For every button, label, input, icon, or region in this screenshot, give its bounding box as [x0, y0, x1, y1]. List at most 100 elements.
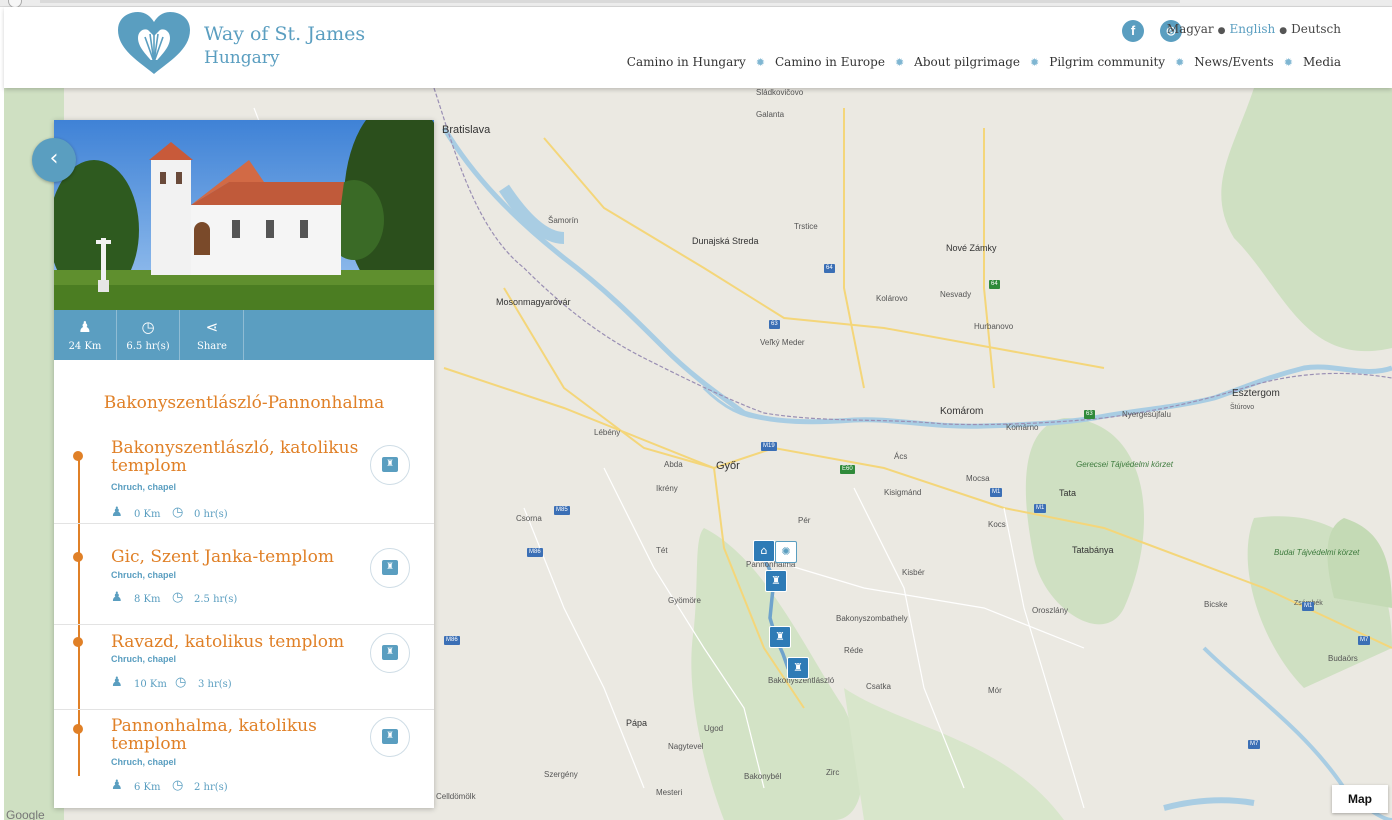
nav-media[interactable]: Media: [1303, 55, 1341, 69]
map-label-velky-meder: Veľký Meder: [760, 338, 805, 347]
map-label-bakonybel: Bakonybél: [744, 772, 782, 781]
google-logo: Google: [6, 808, 45, 820]
stop-time: 2.5 hr(s): [194, 594, 238, 605]
map-label-galanta: Galanta: [756, 110, 785, 119]
map-label-mesteri: Celldömölk: [436, 792, 476, 801]
distance-stat: ♟ 24 Km: [54, 310, 117, 360]
map-label-gerecse: Gerecsei Tájvédelmi körzet: [1076, 460, 1173, 469]
church-icon: ♜: [382, 560, 398, 575]
map-type-button[interactable]: Map: [1332, 785, 1388, 813]
clock-icon: ◷: [172, 778, 184, 793]
map-label-ikreny: Ikrény: [656, 484, 678, 493]
map-label-tatabanya: Tatabánya: [1072, 545, 1114, 555]
map-label-oroszlany: Oroszlány: [1032, 606, 1069, 615]
map-label-kocs: Kocs: [988, 520, 1006, 529]
map-label-zirc: Zirc: [826, 768, 840, 777]
list-item[interactable]: Pannonhalma, katolikus templom Chruch, c…: [54, 710, 434, 808]
list-item[interactable]: Bakonyszentlászló, katolikus templom Chr…: [54, 439, 434, 524]
church-icon: ♜: [382, 457, 398, 472]
timeline-dot: [73, 637, 83, 647]
map-label-celldomolk: Szergény: [544, 770, 578, 779]
language-switcher: Magyar ● English ● Deutsch: [1166, 22, 1341, 36]
stop-type: Chruch, chapel: [111, 570, 177, 580]
route-stats: ♟ 24 Km ◷ 6.5 hr(s) ⋖ Share: [54, 310, 434, 360]
share-icon: ⋖: [205, 318, 219, 336]
lang-english[interactable]: English: [1230, 22, 1276, 36]
map-label-komarno: Komárno: [1006, 423, 1039, 432]
timeline-dot: [73, 552, 83, 562]
map-label-mor: Mór: [988, 686, 1002, 695]
map-label-hurbanovo: Hurbanovo: [974, 322, 1014, 331]
stop-time: 3 hr(s): [198, 679, 232, 690]
lang-magyar[interactable]: Magyar: [1167, 22, 1214, 36]
map-label-ganna: Mesteri: [656, 788, 683, 797]
walker-icon: ♟: [111, 675, 123, 690]
gear-icon: ✹: [1175, 55, 1185, 69]
timeline-dot: [73, 724, 83, 734]
church-icon[interactable]: ♜: [769, 626, 791, 648]
brand-subtitle[interactable]: Hungary: [204, 48, 279, 68]
nav-camino-in-hungary[interactable]: Camino in Hungary: [627, 55, 746, 69]
stop-distance: 8 Km: [134, 594, 161, 605]
stop-details-button[interactable]: ♜: [370, 717, 410, 757]
share-button[interactable]: ⋖ Share: [181, 310, 244, 360]
scallop-heart-logo[interactable]: [114, 12, 194, 76]
time-stat: ◷ 6.5 hr(s): [117, 310, 180, 360]
map-label-dunajska-streda: Dunajská Streda: [692, 236, 759, 246]
stop-name[interactable]: Pannonhalma, katolikus templom: [111, 717, 361, 753]
stop-name[interactable]: Ravazd, katolikus templom: [111, 633, 361, 651]
church-icon: ♜: [382, 729, 398, 744]
walker-icon: ♟: [111, 590, 123, 605]
brand-title[interactable]: Way of St. James: [204, 23, 365, 45]
map-label-tata: Tata: [1059, 488, 1077, 498]
map-label-per: Pér: [798, 516, 811, 525]
map-label-abda: Abda: [664, 460, 683, 469]
nav-pilgrim-community[interactable]: Pilgrim community: [1049, 55, 1165, 69]
main-nav: Camino in Hungary ✹ Camino in Europe ✹ Abo…: [627, 55, 1341, 69]
gear-icon: ✹: [894, 55, 905, 69]
walker-icon: ♟: [111, 505, 123, 520]
clock-icon: ◷: [141, 318, 155, 336]
shell-icon[interactable]: ✺: [775, 541, 797, 563]
map-label-budaors: Budaörs: [1328, 654, 1358, 663]
list-item[interactable]: Gic, Szent Janka-templom Chruch, chapel …: [54, 540, 434, 625]
stop-name[interactable]: Bakonyszentlászló, katolikus templom: [111, 439, 361, 475]
lang-deutsch[interactable]: Deutsch: [1291, 22, 1341, 36]
map-label-trstice: Trstice: [794, 222, 818, 231]
nav-news-events[interactable]: News/Events: [1194, 55, 1273, 69]
gear-icon: ✹: [1030, 55, 1040, 69]
list-item[interactable]: Ravazd, katolikus templom Chruch, chapel…: [54, 625, 434, 710]
stop-details-button[interactable]: ♜: [370, 548, 410, 588]
church-icon: ♜: [382, 645, 398, 660]
clock-icon: ◷: [172, 505, 184, 520]
map-label-bratislava: Bratislava: [442, 124, 491, 136]
route-photo: [54, 120, 434, 310]
stop-details-button[interactable]: ♜: [370, 633, 410, 673]
stop-name[interactable]: Gic, Szent Janka-templom: [111, 548, 361, 566]
clock-icon: ◷: [175, 675, 187, 690]
church-icon[interactable]: ♜: [787, 657, 809, 679]
stop-type: Chruch, chapel: [111, 757, 177, 767]
gear-icon: ✹: [755, 55, 765, 69]
map-label-ugod: Ugod: [704, 724, 724, 733]
map-label-bicske: Bicske: [1204, 600, 1228, 609]
map-label-kisigmand: Kisigmánd: [884, 488, 922, 497]
bed-icon[interactable]: ⌂: [753, 540, 775, 562]
map-label-sladkovicovo: Sládkovičovo: [756, 88, 804, 97]
map-label-esztergom: Esztergom: [1232, 388, 1280, 399]
map-label-mocsa: Mocsa: [966, 474, 990, 483]
church-icon[interactable]: ♜: [765, 570, 787, 592]
map-label-samorin: Šamorín: [548, 216, 579, 225]
nav-about-pilgrimage[interactable]: About pilgrimage: [914, 55, 1020, 69]
stop-distance: 10 Km: [134, 679, 167, 690]
facebook-icon[interactable]: f: [1122, 20, 1144, 42]
map-label-sturovo: Štúrovo: [1230, 404, 1255, 411]
nav-camino-in-europe[interactable]: Camino in Europe: [775, 55, 885, 69]
map-label-csorna: Csorna: [516, 514, 542, 523]
map-label-mosonmagyarovar: Mosonmagyaróvár: [496, 297, 571, 307]
map-label-kolarovo: Kolárovo: [876, 294, 908, 303]
stop-distance: 6 Km: [134, 782, 161, 793]
stop-details-button[interactable]: ♜: [370, 445, 410, 485]
map-label-lebeny: Lébény: [594, 428, 621, 437]
back-button[interactable]: ‹: [32, 138, 76, 182]
